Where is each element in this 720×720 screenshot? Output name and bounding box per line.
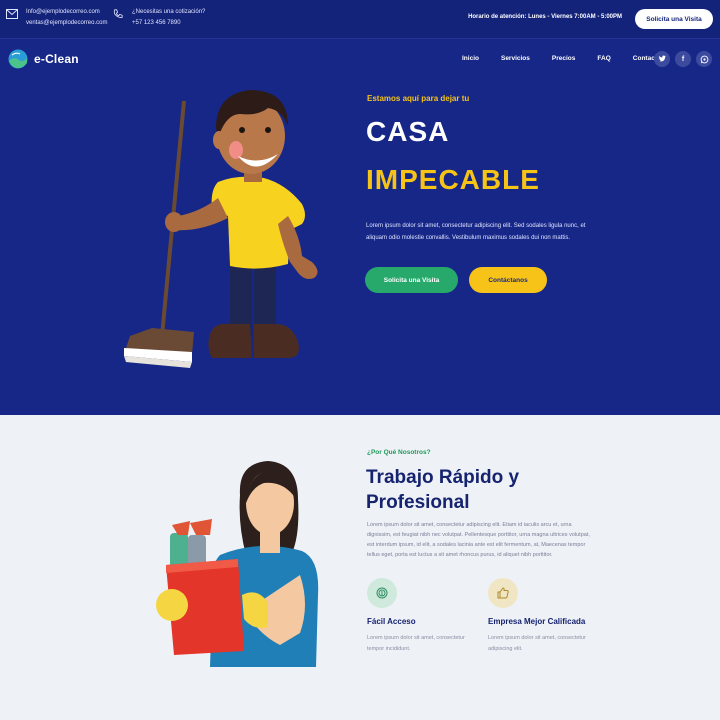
globe-logo-icon	[8, 49, 28, 69]
nav-item-precios[interactable]: Precios	[552, 55, 576, 62]
email-secondary[interactable]: ventas@ejemplodecorreo.com	[26, 18, 107, 29]
hero-title-line2: IMPECABLE	[366, 164, 540, 195]
hero-section: Estamos aquí para dejar tu CASA IMPECABL…	[0, 78, 720, 415]
phone-number[interactable]: +57 123 456 7890	[132, 18, 205, 29]
about-description: Lorem ipsum dolor sit amet, consectetur …	[367, 522, 590, 558]
nav-item-servicios[interactable]: Servicios	[501, 55, 530, 62]
about-section: ¿Por Qué Nosotros? Trabajo Rápido y Prof…	[0, 415, 720, 720]
feature-title: Empresa Mejor Calificada	[488, 617, 586, 626]
nav-item-faq[interactable]: FAQ	[597, 55, 610, 62]
cleaner-man-illustration	[124, 90, 318, 368]
hero-title-line1: CASA	[366, 116, 450, 147]
fingerprint-icon	[367, 578, 397, 608]
logo[interactable]: e-Clean	[8, 49, 79, 69]
phone-icon	[113, 9, 123, 18]
hero-request-visit-button[interactable]: Solicita una Visita	[365, 267, 458, 293]
nav-item-inicio[interactable]: Inicio	[462, 55, 479, 62]
feature-description: Lorem ipsum dolor sit amet, consectetur …	[367, 635, 465, 652]
logo-text: e-Clean	[34, 52, 79, 66]
email-primary[interactable]: Info@ejemplodecorreo.com	[26, 7, 107, 18]
cleaning-woman-illustration	[156, 461, 319, 667]
hero-kicker: Estamos aquí para dejar tu	[367, 94, 470, 103]
feature-description: Lorem ipsum dolor sit amet, consectetur …	[488, 635, 586, 652]
request-visit-button[interactable]: Solicita una Visita	[635, 9, 713, 29]
email-info: Info@ejemplodecorreo.com ventas@ejemplod…	[6, 7, 107, 29]
main-nav: e-Clean Inicio Servicios Precios FAQ Con…	[0, 38, 720, 78]
feature-best-rated: Empresa Mejor Calificada Lorem ipsum dol…	[488, 578, 598, 655]
business-hours: Horario de atención: Lunes - Viernes 7:0…	[468, 14, 622, 20]
quote-question: ¿Necesitas una cotización?	[132, 9, 206, 15]
thumbs-up-icon	[488, 578, 518, 608]
phone-info: ¿Necesitas una cotización? +57 123 456 7…	[112, 7, 205, 29]
about-title: Trabajo Rápido y Profesional	[366, 467, 520, 513]
twitter-icon[interactable]	[654, 51, 670, 67]
mail-icon	[6, 9, 18, 19]
top-bar: Info@ejemplodecorreo.com ventas@ejemplod…	[0, 0, 720, 38]
feature-easy-access: Fácil Acceso Lorem ipsum dolor sit amet,…	[367, 578, 477, 655]
social-links: f	[654, 51, 712, 67]
whatsapp-icon[interactable]	[696, 51, 712, 67]
nav-menu: Inicio Servicios Precios FAQ Contacto	[462, 55, 683, 62]
facebook-icon[interactable]: f	[675, 51, 691, 67]
feature-title: Fácil Acceso	[367, 617, 416, 626]
about-kicker: ¿Por Qué Nosotros?	[367, 449, 431, 456]
hero-description: Lorem ipsum dolor sit amet, consectetur …	[366, 223, 586, 241]
hero-contact-button[interactable]: Contáctanos	[469, 267, 547, 293]
